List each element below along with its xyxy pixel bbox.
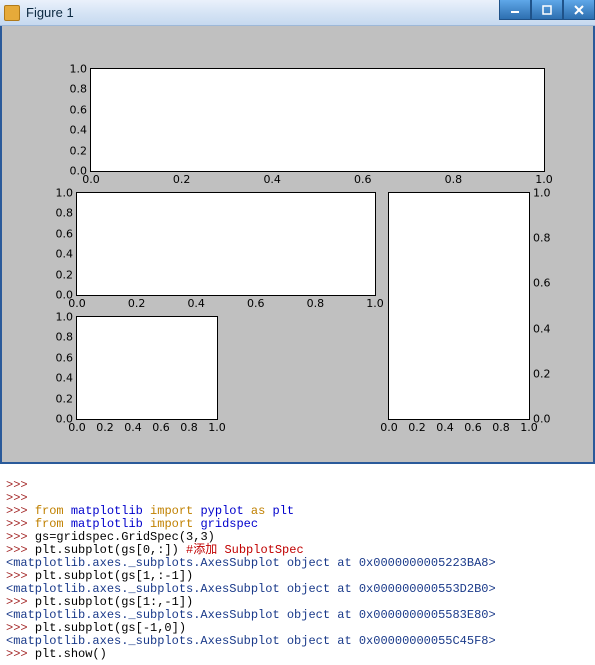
xtick-label: 0.2 bbox=[173, 173, 191, 186]
mod: matplotlib bbox=[71, 517, 143, 531]
ytick-label: 0.8 bbox=[56, 331, 74, 344]
output-line: <matplotlib.axes._subplots.AxesSubplot o… bbox=[6, 556, 496, 570]
ytick-label: 1.0 bbox=[56, 311, 74, 324]
xtick-label: 0.6 bbox=[464, 421, 482, 434]
prompt: >>> bbox=[6, 504, 28, 518]
kw-from: from bbox=[35, 504, 64, 518]
minimize-button[interactable] bbox=[499, 0, 531, 20]
xtick-label: 0.4 bbox=[436, 421, 454, 434]
code-line: plt.subplot(gs[0,:]) bbox=[35, 543, 179, 557]
prompt: >>> bbox=[6, 647, 28, 661]
ytick-label: 1.0 bbox=[533, 187, 551, 200]
python-console[interactable]: >>> >>> >>> from matplotlib import pyplo… bbox=[0, 464, 595, 665]
kw-import: import bbox=[150, 504, 193, 518]
code-line: plt.subplot(gs[1,:-1]) bbox=[35, 569, 193, 583]
output-line: <matplotlib.axes._subplots.AxesSubplot o… bbox=[6, 608, 496, 622]
xtick-label: 0.0 bbox=[68, 421, 86, 434]
ytick-label: 0.4 bbox=[533, 322, 551, 335]
xtick-label: 1.0 bbox=[208, 421, 226, 434]
ytick-label: 0.6 bbox=[56, 351, 74, 364]
xtick-label: 0.0 bbox=[82, 173, 100, 186]
prompt: >>> bbox=[6, 621, 28, 635]
prompt: >>> bbox=[6, 478, 28, 492]
ytick-label: 0.4 bbox=[56, 372, 74, 385]
mod: gridspec bbox=[200, 517, 258, 531]
window-controls bbox=[499, 0, 595, 20]
close-button[interactable] bbox=[563, 0, 595, 20]
minimize-icon bbox=[510, 5, 520, 15]
maximize-button[interactable] bbox=[531, 0, 563, 20]
ytick-label: 0.4 bbox=[56, 248, 74, 261]
ytick-label: 1.0 bbox=[70, 63, 88, 76]
axes-4[interactable]: 0.0 0.2 0.4 0.6 0.8 1.0 0.0 0.2 0.4 0.6 … bbox=[76, 316, 218, 420]
axes-3[interactable]: 0.0 0.2 0.4 0.6 0.8 1.0 0.0 0.2 0.4 0.6 … bbox=[388, 192, 530, 420]
mod: matplotlib bbox=[71, 504, 143, 518]
mod: plt bbox=[273, 504, 295, 518]
xtick-label: 0.8 bbox=[180, 421, 198, 434]
prompt: >>> bbox=[6, 491, 28, 505]
prompt: >>> bbox=[6, 530, 28, 544]
xtick-label: 0.6 bbox=[354, 173, 372, 186]
axes-2[interactable]: 0.0 0.2 0.4 0.6 0.8 1.0 0.0 0.2 0.4 0.6 … bbox=[76, 192, 376, 296]
code-line: plt.show() bbox=[35, 647, 107, 661]
prompt: >>> bbox=[6, 595, 28, 609]
xtick-label: 0.0 bbox=[68, 297, 86, 310]
code-line: plt.subplot(gs[1:,-1]) bbox=[35, 595, 193, 609]
kw-from: from bbox=[35, 517, 64, 531]
ytick-label: 0.4 bbox=[70, 124, 88, 137]
prompt: >>> bbox=[6, 517, 28, 531]
ytick-label: 0.8 bbox=[70, 83, 88, 96]
code-line: gs=gridspec.GridSpec(3,3) bbox=[35, 530, 215, 544]
window-titlebar: Figure 1 bbox=[0, 0, 595, 26]
ytick-label: 0.2 bbox=[56, 268, 74, 281]
figure-canvas[interactable]: 0.0 0.2 0.4 0.6 0.8 1.0 0.0 0.2 0.4 0.6 … bbox=[0, 26, 595, 464]
xtick-label: 0.2 bbox=[96, 421, 114, 434]
ytick-label: 0.2 bbox=[56, 392, 74, 405]
ytick-label: 0.8 bbox=[533, 232, 551, 245]
xtick-label: 0.2 bbox=[128, 297, 146, 310]
xtick-label: 0.4 bbox=[187, 297, 205, 310]
mod: pyplot bbox=[200, 504, 243, 518]
code-line: plt.subplot(gs[-1,0]) bbox=[35, 621, 186, 635]
xtick-label: 1.0 bbox=[366, 297, 384, 310]
xtick-label: 0.8 bbox=[492, 421, 510, 434]
ytick-label: 0.2 bbox=[533, 367, 551, 380]
ytick-label: 0.6 bbox=[56, 227, 74, 240]
xtick-label: 0.4 bbox=[124, 421, 142, 434]
kw-as: as bbox=[251, 504, 265, 518]
ytick-label: 0.6 bbox=[70, 103, 88, 116]
axes-1[interactable]: 0.0 0.2 0.4 0.6 0.8 1.0 0.0 0.2 0.4 0.6 … bbox=[90, 68, 545, 172]
xtick-label: 0.4 bbox=[263, 173, 281, 186]
comment: #添加 SubplotSpec bbox=[186, 543, 304, 557]
ytick-label: 0.8 bbox=[56, 207, 74, 220]
xtick-label: 1.0 bbox=[535, 173, 553, 186]
xtick-label: 0.8 bbox=[445, 173, 463, 186]
maximize-icon bbox=[542, 5, 552, 15]
xtick-label: 0.0 bbox=[380, 421, 398, 434]
xtick-label: 0.2 bbox=[408, 421, 426, 434]
xtick-label: 0.6 bbox=[247, 297, 265, 310]
prompt: >>> bbox=[6, 569, 28, 583]
window-title: Figure 1 bbox=[26, 5, 74, 20]
xtick-label: 0.8 bbox=[307, 297, 325, 310]
app-icon bbox=[4, 5, 20, 21]
prompt: >>> bbox=[6, 543, 28, 557]
xtick-label: 0.6 bbox=[152, 421, 170, 434]
ytick-label: 0.6 bbox=[533, 277, 551, 290]
output-line: <matplotlib.axes._subplots.AxesSubplot o… bbox=[6, 582, 496, 596]
ytick-label: 1.0 bbox=[56, 187, 74, 200]
output-line: <matplotlib.axes._subplots.AxesSubplot o… bbox=[6, 634, 496, 648]
close-icon bbox=[574, 5, 584, 15]
xtick-label: 1.0 bbox=[520, 421, 538, 434]
kw-import: import bbox=[150, 517, 193, 531]
ytick-label: 0.2 bbox=[70, 144, 88, 157]
